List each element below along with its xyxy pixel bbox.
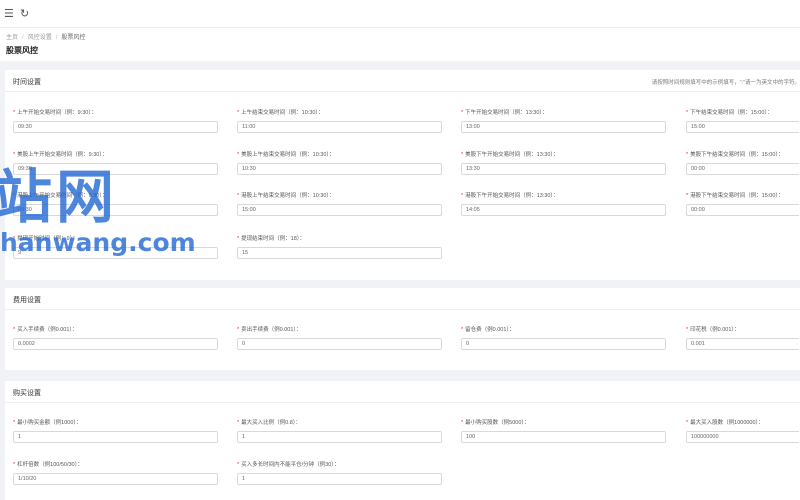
am-start-input[interactable]: 09:30 (13, 121, 218, 133)
min-buy-shares-input[interactable]: 100 (461, 431, 666, 443)
us-am-start-input[interactable]: 09:30 (13, 163, 218, 175)
section-header: 购买设置 (5, 381, 800, 403)
field-label: 留仓费（例0.001）： (465, 327, 515, 333)
field-label: 港股下午结束交易时间（例：15:00）： (690, 193, 784, 199)
field-label: 印花税（例0.001）： (690, 327, 740, 333)
max-buy-ratio-input[interactable]: 1 (237, 431, 442, 443)
breadcrumb-current: 股票风控 (61, 35, 86, 41)
hk-pm-end-input[interactable]: 00:00 (686, 204, 799, 216)
withdraw-end-input[interactable]: 15 (237, 247, 442, 259)
section-note: 请按照时间规则填写中的示例填写，“:”请一为英文中的字符。 (651, 80, 800, 86)
field-label: 买入手续费（例0.001）： (17, 327, 78, 333)
section-header: 费用设置 (5, 288, 800, 310)
us-am-end-input[interactable]: 10:30 (237, 163, 442, 175)
field-label: 最大买入股数（例1000000）： (690, 420, 764, 426)
page-title: 股票风控 (6, 46, 38, 55)
menu-fold-icon[interactable]: ☰ (4, 8, 14, 20)
leverage-input[interactable]: 1/10/20 (13, 473, 218, 485)
field-label: 港股上午结束交易时间（例：10:30）： (241, 193, 335, 199)
buy-settings-section: 购买设置 * 最小购买金额（例1000）： 1 * 最大买入比例（例0.8）： 1 … (5, 381, 800, 500)
us-pm-start-input[interactable]: 13:30 (461, 163, 666, 175)
field-label: 最小购买金额（例1000）： (17, 420, 82, 426)
stamp-duty-input[interactable]: 0.001 (686, 338, 799, 350)
top-bar: ☰ ↻ (0, 0, 800, 28)
hk-pm-start-input[interactable]: 14:05 (461, 204, 666, 216)
breadcrumb-panel: 主页 / 风控设置 / 股票风控 股票风控 (0, 28, 800, 61)
field-label: 最大买入比例（例0.8）： (241, 420, 302, 426)
us-pm-end-input[interactable]: 00:00 (686, 163, 799, 175)
field-label: 美股下午结束交易时间（例：15:00）： (690, 152, 784, 158)
section-title: 费用设置 (13, 297, 41, 304)
buy-fee-input[interactable]: 0.0002 (13, 338, 218, 350)
breadcrumb: 主页 / 风控设置 / 股票风控 (6, 35, 86, 41)
max-buy-shares-input[interactable]: 100000000 (686, 431, 799, 443)
refresh-icon[interactable]: ↻ (20, 8, 29, 20)
field-label: 提现结束时间（例：18）： (241, 236, 306, 242)
field-label: 提现开始时间（例：9）： (17, 236, 78, 242)
min-buy-amount-input[interactable]: 1 (13, 431, 218, 443)
hk-am-end-input[interactable]: 15:00 (237, 204, 442, 216)
field-label: 港股下午开始交易时间（例：13:30）： (465, 193, 559, 199)
field-label: 美股上午开始交易时间（例：9:30）： (17, 152, 108, 158)
field-label: 卖出手续费（例0.001）： (241, 327, 302, 333)
field-label: 杠杆倍数（例100/50/30）： (17, 462, 83, 468)
field-label: 最小购买股数（例5000）： (465, 420, 530, 426)
section-title: 购买设置 (13, 390, 41, 397)
pm-end-input[interactable]: 15:00 (686, 121, 799, 133)
field-label: 美股下午开始交易时间（例：13:30）： (465, 152, 559, 158)
hk-am-start-input[interactable]: 09:30 (13, 204, 218, 216)
section-title: 时间设置 (13, 79, 41, 86)
section-header: 时间设置 请按照时间规则填写中的示例填写，“:”请一为英文中的字符。 (5, 70, 800, 92)
field-label: 下午结束交易时间（例：15:00）： (690, 110, 773, 116)
field-label: 上午结束交易时间（例：10:30）： (241, 110, 324, 116)
field-label: 下午开始交易时间（例：13:30）： (465, 110, 548, 116)
overnight-fee-input[interactable]: 0 (461, 338, 666, 350)
time-settings-section: 时间设置 请按照时间规则填写中的示例填写，“:”请一为英文中的字符。 * 上午开始… (5, 70, 800, 280)
breadcrumb-home[interactable]: 主页 (6, 35, 18, 41)
withdraw-start-input[interactable]: 9 (13, 247, 218, 259)
am-end-input[interactable]: 11:00 (237, 121, 442, 133)
field-label: 港股上午开始交易时间（例：9:30）： (17, 193, 108, 199)
field-label: 上午开始交易时间（例：9:30）： (17, 110, 97, 116)
pm-start-input[interactable]: 13:00 (461, 121, 666, 133)
no-close-minutes-input[interactable]: 1 (237, 473, 442, 485)
sell-fee-input[interactable]: 0 (237, 338, 442, 350)
field-label: 买入多长时间内不能平仓/分钟（例30）： (241, 462, 340, 468)
fee-settings-section: 费用设置 * 买入手续费（例0.001）： 0.0002 * 卖出手续费（例0.00… (5, 288, 800, 370)
breadcrumb-risk-settings[interactable]: 风控设置 (28, 35, 52, 41)
field-label: 美股上午结束交易时间（例：10:30）： (241, 152, 335, 158)
